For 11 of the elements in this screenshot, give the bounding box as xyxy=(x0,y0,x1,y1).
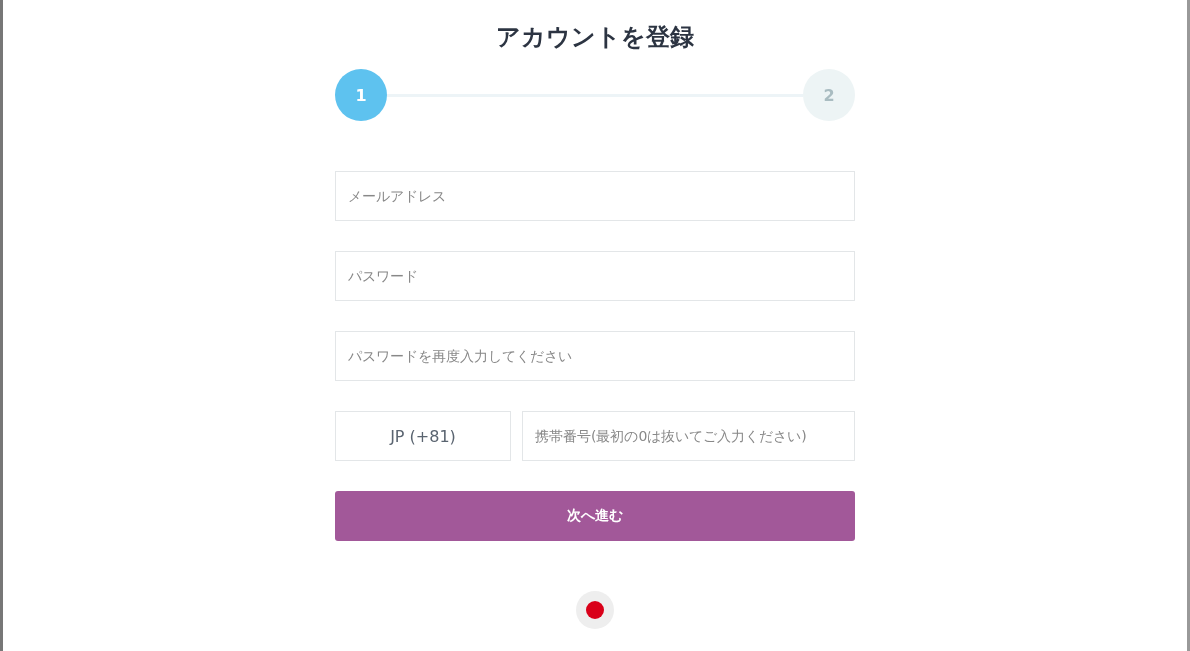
input-field[interactable]: パスワード xyxy=(335,251,855,301)
next-button[interactable]: 次へ進む xyxy=(335,491,855,541)
phone-field[interactable]: 携帯番号(最初の0は抜いてご入力ください) xyxy=(522,411,855,461)
step-indicator: 2 xyxy=(803,69,855,121)
country-code-select[interactable]: JP (+81) xyxy=(335,411,511,461)
step-indicator: 1 xyxy=(335,69,387,121)
input-field[interactable]: メールアドレス xyxy=(335,171,855,221)
input-field[interactable]: パスワードを再度入力してください xyxy=(335,331,855,381)
flag-icon xyxy=(586,601,604,619)
page-title: アカウントを登録 xyxy=(496,22,694,53)
language-button[interactable] xyxy=(576,591,614,629)
